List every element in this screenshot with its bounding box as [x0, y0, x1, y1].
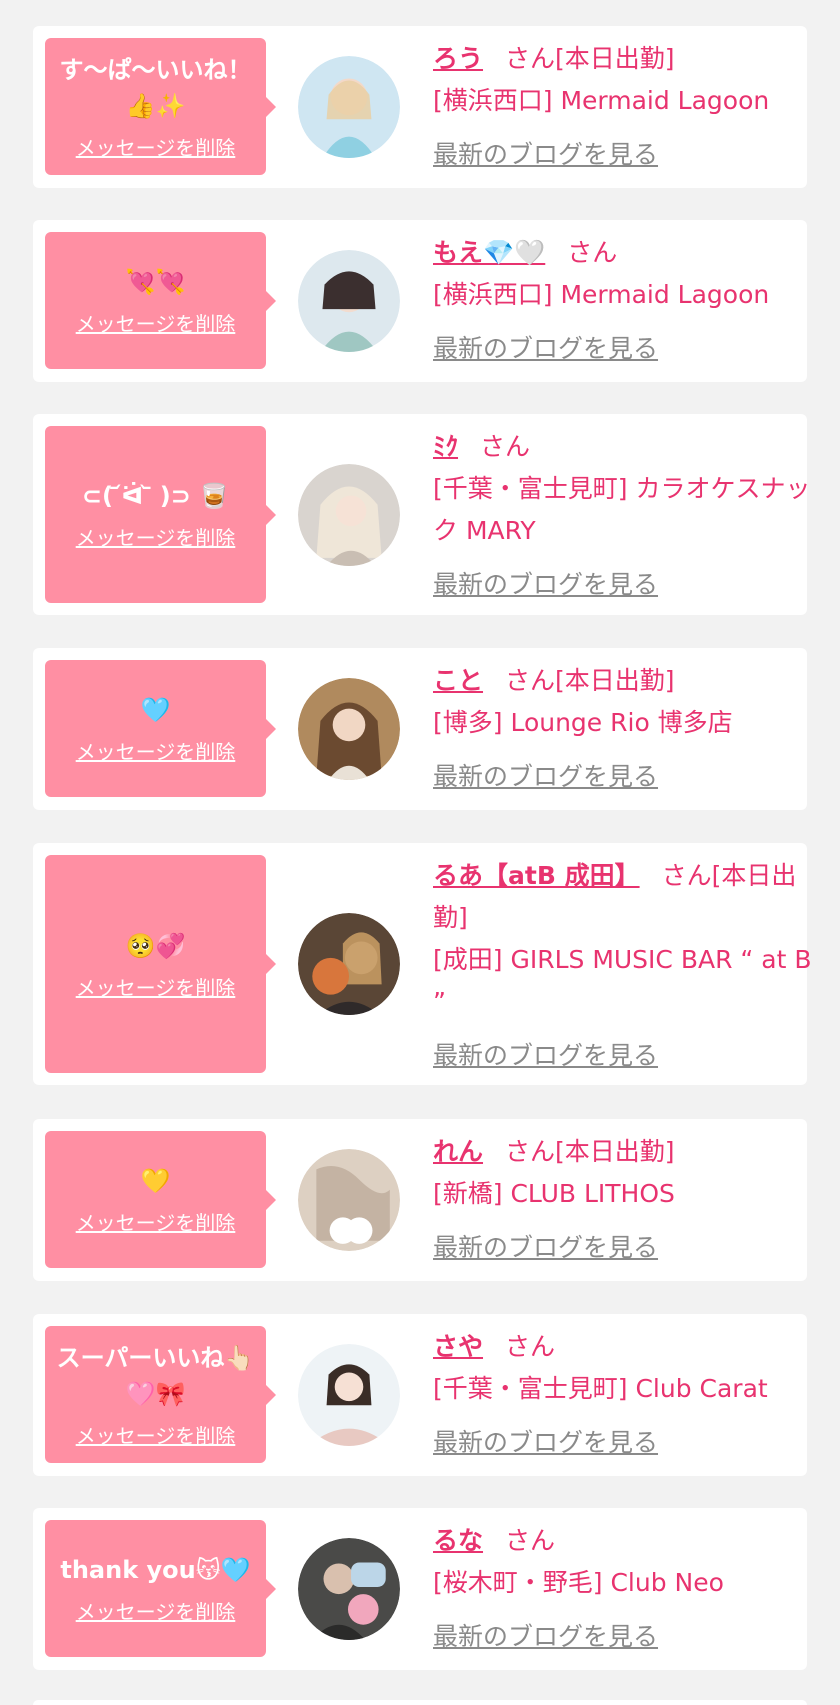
cast-info: れん さん[本日出勤] [新橋] CLUB LITHOS 最新のブログを見る: [433, 1131, 828, 1269]
avatar-photo-icon: [298, 678, 400, 780]
cast-info: るあ【atB 成田】 さん[本日出勤] [成田] GIRLS MUSIC BAR …: [433, 855, 828, 1077]
message-card: 🥺💞 メッセージを削除 るあ【atB 成田】 さん[本日出勤] [成田] GIRL…: [33, 843, 812, 1085]
message-text: ⊂( ᷄ᐛ ᷅ )⊃ 🥃: [81, 482, 230, 510]
avatar[interactable]: [298, 464, 400, 566]
message-card: ⊂( ᷄ᐛ ᷅ )⊃ 🥃 メッセージを削除 ﾐｸ さん [千葉・富士見町] カラオ…: [33, 414, 810, 615]
avatar-photo-icon: [298, 1344, 400, 1446]
avatar-photo-icon: [298, 1149, 400, 1251]
message-text: 💛: [140, 1167, 171, 1195]
message-bubble: スーパーいいね👆🏻🩷🎀 メッセージを削除: [45, 1326, 276, 1463]
message-bubble: す〜ぱ〜いいね！👍✨ メッセージを削除: [45, 38, 276, 175]
latest-blog-link[interactable]: 最新のブログを見る: [433, 756, 658, 798]
message-list: す〜ぱ〜いいね！👍✨ メッセージを削除 ろう さん[本日出勤] [横浜西口] Me…: [0, 0, 840, 1705]
message-bubble: 💘💘 メッセージを削除: [45, 232, 276, 369]
shop-name: [横浜西口] Mermaid Lagoon: [433, 86, 770, 115]
shop-name: [新橋] CLUB LITHOS: [433, 1179, 675, 1208]
attendance-badge: [本日出勤]: [555, 44, 675, 73]
latest-blog-link[interactable]: 最新のブログを見る: [433, 1035, 658, 1077]
cast-name-link[interactable]: るな: [433, 1526, 483, 1555]
latest-blog-link[interactable]: 最新のブログを見る: [433, 1616, 658, 1658]
message-text: す〜ぱ〜いいね！👍✨: [59, 56, 252, 120]
latest-blog-link[interactable]: 最新のブログを見る: [433, 328, 658, 370]
avatar-photo-icon: [298, 464, 400, 566]
avatar[interactable]: [298, 913, 400, 1015]
cast-name-link[interactable]: ﾐｸ: [433, 432, 458, 461]
avatar[interactable]: [298, 678, 400, 780]
avatar[interactable]: [298, 1538, 400, 1640]
shop-name: [桜木町・野毛] Club Neo: [433, 1568, 724, 1597]
message-bubble: thank you😽🩵 メッセージを削除: [45, 1520, 276, 1657]
cast-info: ろう さん[本日出勤] [横浜西口] Mermaid Lagoon 最新のブログを…: [433, 38, 828, 176]
avatar-photo-icon: [298, 56, 400, 158]
honorific: さん: [505, 1332, 556, 1361]
message-card: 🩵 メッセージを削除 こと さん[本日出勤] [博多] Lounge Rio 博多…: [33, 648, 807, 810]
latest-blog-link[interactable]: 最新のブログを見る: [433, 134, 658, 176]
cast-name-link[interactable]: ろう: [433, 44, 483, 73]
avatar-photo-icon: [298, 913, 400, 1015]
cast-name-link[interactable]: れん: [433, 1137, 483, 1166]
honorific: さん: [505, 1137, 556, 1166]
message-text: スーパーいいね👆🏻🩷🎀: [56, 1344, 255, 1408]
avatar[interactable]: [298, 250, 400, 352]
cast-info: こと さん[本日出勤] [博多] Lounge Rio 博多店 最新のブログを見る: [433, 660, 828, 798]
cast-info: さや さん [千葉・富士見町] Club Carat 最新のブログを見る: [433, 1326, 828, 1464]
honorific: さん: [480, 432, 531, 461]
message-card: thank you😽🩵 メッセージを削除 るな さん [桜木町・野毛] Club …: [33, 1508, 807, 1670]
shop-name: [千葉・富士見町] Club Carat: [433, 1374, 768, 1403]
message-bubble: 🩵 メッセージを削除: [45, 660, 276, 797]
message-bubble: 💛 メッセージを削除: [45, 1131, 276, 1268]
message-text: thank you😽🩵: [60, 1556, 251, 1584]
message-card: 💘💘 メッセージを削除 もえ💎🤍 さん [横浜西口] Mermaid Lagoon…: [33, 220, 807, 382]
latest-blog-link[interactable]: 最新のブログを見る: [433, 564, 658, 606]
delete-message-link[interactable]: メッセージを削除: [76, 1596, 236, 1625]
latest-blog-link[interactable]: 最新のブログを見る: [433, 1227, 658, 1269]
message-text: 🥺💞: [125, 931, 186, 960]
delete-message-link[interactable]: メッセージを削除: [76, 736, 236, 765]
delete-message-link[interactable]: メッセージを削除: [76, 1207, 236, 1236]
cast-name-link[interactable]: るあ【atB 成田】: [433, 861, 640, 890]
message-card: 💛 メッセージを削除 れん さん[本日出勤] [新橋] CLUB LITHOS 最…: [33, 1119, 807, 1281]
avatar[interactable]: [298, 56, 400, 158]
latest-blog-link[interactable]: 最新のブログを見る: [433, 1422, 658, 1464]
shop-name: [博多] Lounge Rio 博多店: [433, 708, 733, 737]
delete-message-link[interactable]: メッセージを削除: [76, 1420, 236, 1449]
message-card-partial: [33, 1700, 807, 1705]
cast-name-link[interactable]: もえ💎🤍: [433, 238, 545, 267]
honorific: さん: [505, 44, 556, 73]
honorific: さん: [505, 666, 556, 695]
cast-info: ﾐｸ さん [千葉・富士見町] カラオケスナック MARY 最新のブログを見る: [433, 426, 828, 606]
shop-name: [横浜西口] Mermaid Lagoon: [433, 280, 770, 309]
honorific: さん: [505, 1526, 556, 1555]
avatar-photo-icon: [298, 250, 400, 352]
attendance-badge: [本日出勤]: [555, 1137, 675, 1166]
message-text: 🩵: [140, 696, 171, 724]
message-bubble: ⊂( ᷄ᐛ ᷅ )⊃ 🥃 メッセージを削除: [45, 426, 276, 603]
cast-name-link[interactable]: こと: [433, 666, 483, 695]
delete-message-link[interactable]: メッセージを削除: [76, 308, 236, 337]
honorific: さん: [661, 861, 712, 890]
avatar[interactable]: [298, 1149, 400, 1251]
cast-name-link[interactable]: さや: [433, 1332, 483, 1361]
avatar-photo-icon: [298, 1538, 400, 1640]
cast-info: もえ💎🤍 さん [横浜西口] Mermaid Lagoon 最新のブログを見る: [433, 232, 828, 370]
shop-name: [千葉・富士見町] カラオケスナック MARY: [433, 474, 811, 545]
delete-message-link[interactable]: メッセージを削除: [76, 522, 236, 551]
message-card: す〜ぱ〜いいね！👍✨ メッセージを削除 ろう さん[本日出勤] [横浜西口] Me…: [33, 26, 807, 188]
message-text: 💘💘: [125, 268, 186, 296]
shop-name: [成田] GIRLS MUSIC BAR “ at B ”: [433, 945, 812, 1016]
honorific: さん: [567, 238, 618, 267]
message-card: スーパーいいね👆🏻🩷🎀 メッセージを削除 さや さん [千葉・富士見町] Club…: [33, 1314, 807, 1476]
avatar[interactable]: [298, 1344, 400, 1446]
attendance-badge: [本日出勤]: [555, 666, 675, 695]
delete-message-link[interactable]: メッセージを削除: [76, 972, 236, 1001]
cast-info: るな さん [桜木町・野毛] Club Neo 最新のブログを見る: [433, 1520, 828, 1658]
message-bubble: 🥺💞 メッセージを削除: [45, 855, 276, 1073]
delete-message-link[interactable]: メッセージを削除: [76, 132, 236, 161]
